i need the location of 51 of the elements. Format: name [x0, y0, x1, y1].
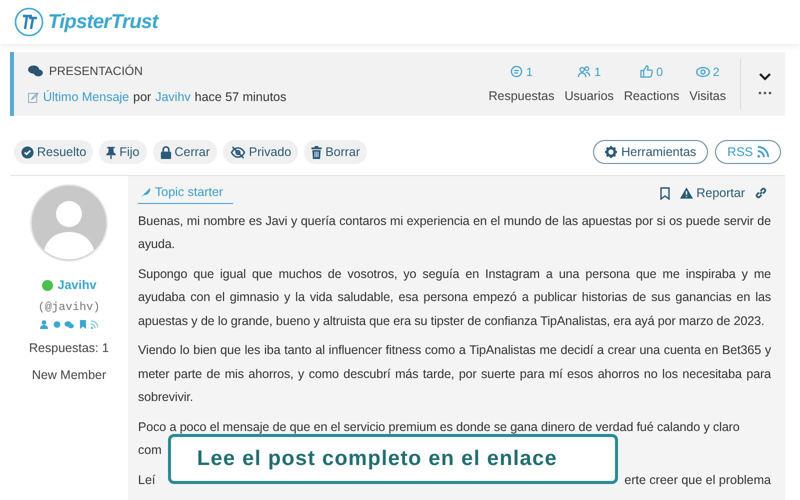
- stat-label: Visitas: [689, 88, 726, 105]
- reply-count: Respuestas: 1: [29, 340, 109, 357]
- chat-icon: [28, 64, 43, 77]
- eye-icon: [696, 66, 710, 78]
- more-icon[interactable]: [758, 91, 772, 95]
- profile-icons-drawing: [40, 320, 98, 329]
- stat-label: Usuarios: [564, 88, 614, 105]
- thumbs-up-icon: [640, 65, 654, 78]
- pin-icon: [106, 146, 116, 158]
- forum-name[interactable]: PRESENTACIÓN: [49, 62, 143, 80]
- promo-banner[interactable]: Lee el post completo en el enlace: [168, 434, 618, 484]
- lock-icon: [160, 146, 172, 158]
- edit-icon: [28, 92, 39, 102]
- link-icon[interactable]: [755, 187, 767, 200]
- chevron-down-icon[interactable]: [759, 73, 771, 81]
- user-handle: (@javihv): [38, 300, 100, 316]
- stat-value: 1: [594, 64, 601, 81]
- action-button[interactable]: Borrar: [304, 140, 368, 164]
- stat-value: 0: [656, 64, 663, 81]
- action-button[interactable]: Fijo: [99, 140, 146, 164]
- time-text: hace 57 minutos: [194, 88, 286, 106]
- text-fragment: erte creer que el problema: [624, 472, 771, 489]
- bookmark-icon[interactable]: [660, 186, 670, 200]
- stat-label: Reactions: [624, 88, 680, 105]
- action-button[interactable]: Resuelto: [14, 140, 94, 164]
- action-button[interactable]: Privado: [222, 140, 298, 164]
- action-button[interactable]: Cerrar: [152, 140, 217, 164]
- check-circle-icon: [21, 146, 34, 158]
- stat-label: Respuestas: [488, 88, 554, 105]
- stat-value: 2: [712, 64, 720, 81]
- comment-icon: [510, 65, 524, 78]
- tool-button[interactable]: Herramientas: [593, 140, 708, 164]
- member-rank: New Member: [32, 366, 106, 384]
- stat-value: 1: [526, 64, 533, 81]
- text-fragment: Leí: [138, 472, 156, 489]
- logo-icon: [14, 7, 44, 37]
- report-button[interactable]: Reportar: [680, 184, 745, 203]
- rss-icon: [757, 146, 769, 158]
- avatar-icon: [30, 184, 108, 262]
- post-paragraph: Poco a poco el mensaje de que en el servicio premium es donde se gana dinero de verdad fué calando y claro: [138, 418, 741, 436]
- post-paragraph: Supongo que igual que muchos de vosotros, yo seguía en Instagram a una persona que me inspiraba y me ayudaba con el gimnasio y la vida saludable, esa persona empezó a publicar historias de sus ganancias en las apuestas y de lo grande, bueno y altruista que era su tipster de confianza TipAnalistas, era ayá por marzo de 2023.: [138, 266, 771, 330]
- trash-icon: [311, 146, 322, 158]
- users-icon: [577, 65, 592, 78]
- post-paragraph: Buenas, mi nombre es Javi y quería contaros mi experiencia en el mundo de las apuestas por si os puede servir de ayuda.: [138, 212, 771, 254]
- eye-slash-icon: [230, 146, 246, 158]
- by-text: por: [133, 88, 152, 106]
- warning-icon: [680, 187, 694, 200]
- text-fragment: com: [138, 443, 162, 458]
- post-paragraph: Viendo lo bien que les iba tanto al influencer fitness como a TipAnalistas me decidí a crear una cuenta en Bet365 y meter parte de mis ahorros, y como descubrí más tarde, por suerte para mí esos ahorros no los necesitaba para sobrevivir.: [138, 342, 771, 406]
- settings-icon: [605, 146, 618, 158]
- feather-icon: [140, 186, 151, 198]
